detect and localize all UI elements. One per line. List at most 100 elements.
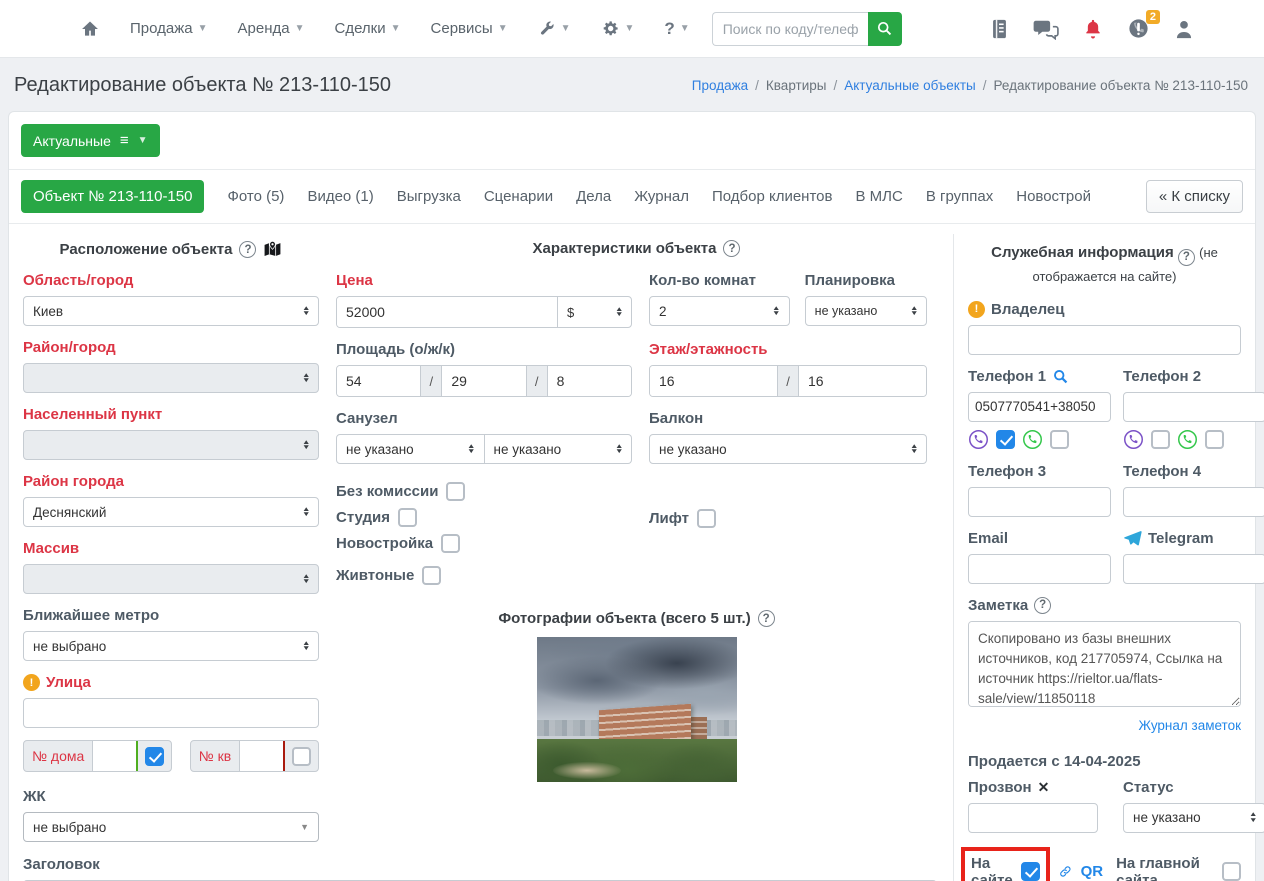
street-label: Улица xyxy=(46,674,91,691)
tab-mls[interactable]: В МЛС xyxy=(855,188,902,205)
tab-video[interactable]: Видео (1) xyxy=(307,188,373,205)
nav-item-rent[interactable]: Аренда ▼ xyxy=(238,20,305,37)
actual-filter-button[interactable]: Актуальные ≡ ▼ xyxy=(21,124,160,157)
price-input[interactable] xyxy=(337,297,557,327)
updown-arrows-icon: ▲ ▼ xyxy=(301,639,311,652)
breadcrumb-link-actual[interactable]: Актуальные объекты xyxy=(844,78,976,93)
help-icon[interactable]: ? xyxy=(1034,596,1052,614)
layout-select[interactable]: не указано ▲ ▼ xyxy=(804,296,927,326)
city-district-select[interactable]: Деснянский ▲ ▼ xyxy=(23,497,319,527)
rooms-select[interactable]: 2 ▲ ▼ xyxy=(649,296,790,326)
studio-checkbox[interactable] xyxy=(398,508,418,527)
apartment-number-checkbox[interactable] xyxy=(292,746,311,766)
help-icon[interactable]: ? xyxy=(723,240,741,257)
bathroom-select-1[interactable]: не указано ▲ ▼ xyxy=(336,434,485,464)
breadcrumb-link-sale[interactable]: Продажа xyxy=(692,78,748,93)
tools-menu[interactable]: ▼ xyxy=(538,20,571,38)
house-number-input[interactable] xyxy=(92,741,137,771)
telegram-input[interactable] xyxy=(1123,553,1264,584)
telegram-label: Telegram xyxy=(1148,529,1214,547)
status-select[interactable]: не указано ▲ ▼ xyxy=(1123,802,1264,833)
complex-select[interactable]: не выбрано ▼ xyxy=(23,812,319,842)
phone2-whatsapp-checkbox[interactable] xyxy=(1205,429,1224,449)
balcony-select[interactable]: не указано ▲ ▼ xyxy=(649,434,927,464)
nav-item-deals[interactable]: Сделки ▼ xyxy=(335,20,401,37)
bathroom-select-2[interactable]: не указано ▲ ▼ xyxy=(484,434,632,464)
settings-menu[interactable]: ▼ xyxy=(601,19,634,38)
phone1-input[interactable] xyxy=(968,391,1111,422)
chevron-down-icon: ▼ xyxy=(294,23,305,34)
phone3-label: Телефон 3 xyxy=(968,462,1047,480)
elevator-checkbox[interactable] xyxy=(697,509,717,528)
phone2-input[interactable] xyxy=(1123,391,1264,422)
tab-tasks[interactable]: Дела xyxy=(576,188,611,205)
tab-object[interactable]: Объект № 213-110-150 xyxy=(21,180,205,213)
email-input[interactable] xyxy=(968,553,1111,584)
map-icon[interactable] xyxy=(263,240,282,259)
floor-input[interactable] xyxy=(650,366,777,396)
tab-log[interactable]: Журнал xyxy=(634,188,689,205)
elevator-label: Лифт xyxy=(649,510,690,527)
notes-journal-link[interactable]: Журнал заметок xyxy=(968,718,1242,733)
help-icon[interactable]: ? xyxy=(239,241,257,258)
help-menu[interactable]: ? ▼ xyxy=(664,19,689,39)
service-info-section: Служебная информация ? (не отображается … xyxy=(953,234,1264,881)
phone4-input[interactable] xyxy=(1123,486,1264,517)
area-kitchen-input[interactable] xyxy=(547,366,631,396)
apartment-number-input[interactable] xyxy=(239,741,284,771)
metro-select[interactable]: не выбрано ▲ ▼ xyxy=(23,631,319,661)
phone3-input[interactable] xyxy=(968,486,1111,517)
new-building-checkbox[interactable] xyxy=(441,534,461,553)
callback-input[interactable] xyxy=(968,802,1098,833)
chevron-down-icon: ▼ xyxy=(560,23,571,34)
on-site-checkbox[interactable] xyxy=(1020,862,1040,881)
calls-icon[interactable]: 2 xyxy=(1127,10,1160,40)
pets-checkbox[interactable] xyxy=(422,566,442,585)
house-number-checkbox[interactable] xyxy=(144,746,164,766)
home-icon[interactable] xyxy=(80,19,100,39)
phone-search-icon[interactable] xyxy=(1052,368,1069,385)
on-site-label: На сайте xyxy=(971,854,1013,881)
nav-item-services[interactable]: Сервисы ▼ xyxy=(431,20,508,37)
tab-client-match[interactable]: Подбор клиентов xyxy=(712,188,833,205)
updown-arrows-icon: ▲ ▼ xyxy=(301,505,311,518)
journal-icon[interactable] xyxy=(990,18,1009,40)
help-icon[interactable]: ? xyxy=(757,610,775,627)
currency-select[interactable]: $ ▲ ▼ xyxy=(557,297,631,327)
no-commission-label: Без комиссии xyxy=(336,483,439,500)
link-icon[interactable] xyxy=(1059,863,1072,880)
street-input[interactable] xyxy=(23,698,319,728)
tab-groups[interactable]: В группах xyxy=(926,188,993,205)
search-input[interactable] xyxy=(711,11,868,46)
tab-newbuild[interactable]: Новострой xyxy=(1016,188,1091,205)
tab-export[interactable]: Выгрузка xyxy=(397,188,461,205)
phone2-viber-checkbox[interactable] xyxy=(1151,429,1170,449)
area-total-input[interactable] xyxy=(337,366,421,396)
studio-label: Студия xyxy=(336,509,391,526)
note-textarea[interactable]: Скопировано из базы внешних источников, … xyxy=(968,620,1241,707)
search-button[interactable] xyxy=(867,11,902,46)
nav-item-sale[interactable]: Продажа ▼ xyxy=(130,20,208,37)
phone1-viber-checkbox[interactable] xyxy=(996,429,1015,449)
user-profile-icon[interactable] xyxy=(1174,18,1194,40)
main-site-checkbox[interactable] xyxy=(1222,862,1241,881)
floors-total-input[interactable] xyxy=(799,366,926,396)
clear-icon[interactable]: ✕ xyxy=(1038,779,1050,796)
back-to-list-button[interactable]: « К списку xyxy=(1145,180,1243,213)
tab-scenarios[interactable]: Сценарии xyxy=(484,188,553,205)
help-icon[interactable]: ? xyxy=(1177,248,1195,266)
no-commission-checkbox[interactable] xyxy=(446,482,466,501)
chevron-down-icon: ▼ xyxy=(679,23,690,34)
page-header: Редактирование объекта № 213-110-150 Про… xyxy=(0,58,1264,111)
phone1-whatsapp-checkbox[interactable] xyxy=(1050,429,1069,449)
object-photo[interactable] xyxy=(536,637,737,782)
calls-count-badge: 2 xyxy=(1145,10,1160,24)
owner-input[interactable] xyxy=(968,324,1241,355)
region-select[interactable]: Киев ▲ ▼ xyxy=(23,296,319,326)
tab-photo[interactable]: Фото (5) xyxy=(227,188,284,205)
qr-link[interactable]: QR xyxy=(1081,863,1104,880)
updown-arrows-icon: ▲ ▼ xyxy=(909,304,919,317)
notifications-bell-icon[interactable] xyxy=(1083,17,1103,40)
area-living-input[interactable] xyxy=(442,366,526,396)
messages-icon[interactable] xyxy=(1033,18,1059,40)
